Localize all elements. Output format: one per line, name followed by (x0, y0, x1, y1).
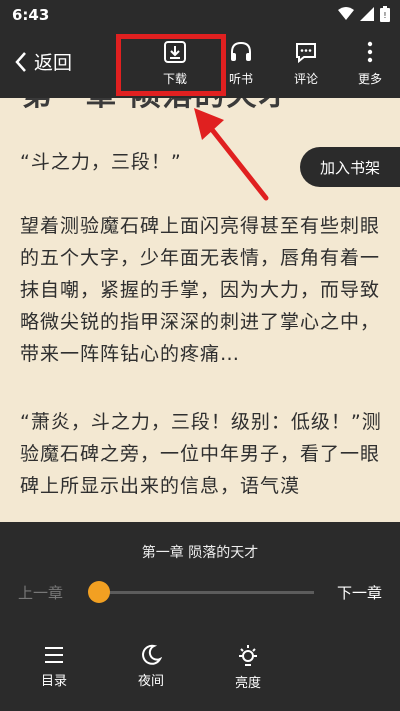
prev-chapter-button[interactable]: 上一章 (18, 582, 63, 603)
chevron-left-icon (15, 51, 26, 72)
add-bookshelf-button[interactable]: 加入书架 (300, 147, 400, 187)
chapter-progress-slider[interactable] (96, 591, 314, 594)
next-chapter-button[interactable]: 下一章 (337, 582, 382, 603)
night-mode-button[interactable]: 夜间 (121, 644, 181, 689)
slider-knob[interactable] (88, 581, 110, 603)
wifi-icon (338, 7, 354, 20)
headphones-icon (231, 41, 251, 61)
chapter-title: 第一章 陨落的天才 (141, 545, 259, 561)
brightness-label: 亮度 (234, 676, 261, 691)
more-button[interactable]: 更多 (345, 40, 395, 87)
back-button[interactable]: 返回 (14, 48, 72, 75)
battery-icon: ! (380, 6, 390, 22)
status-bar: 6:43 ! (0, 0, 400, 30)
bottom-panel: 第一章 陨落的天才 上一章 下一章 目录 夜间 亮度 (0, 522, 400, 711)
status-icons: ! (338, 6, 390, 22)
download-highlight-box (116, 34, 226, 96)
more-vertical-icon (367, 41, 373, 63)
signal-icon (360, 7, 374, 21)
menu-list-icon (45, 647, 63, 663)
more-label: 更多 (357, 72, 382, 86)
brightness-button[interactable]: 亮度 (218, 644, 278, 691)
comment-icon (296, 43, 316, 64)
comment-label: 评论 (293, 72, 318, 86)
svg-text:!: ! (383, 11, 386, 20)
comment-button[interactable]: 评论 (281, 40, 331, 87)
bulb-icon (239, 645, 257, 666)
paragraph-2: 望着测验魔石碑上面闪亮得甚至有些刺眼的五个大字，少年面无表情，唇角有着一抹自嘲，… (20, 215, 381, 365)
listen-label: 听书 (228, 72, 253, 86)
night-label: 夜间 (137, 674, 164, 689)
status-time: 6:43 (12, 6, 50, 24)
paragraph-3: “萧炎，斗之力，三段！级别：低级！”测验魔石碑之旁，一位中年男子，看了一眼碑上所… (20, 411, 382, 497)
moon-icon (142, 644, 162, 665)
annotation-arrow (194, 108, 269, 201)
back-label: 返回 (34, 52, 73, 74)
toc-label: 目录 (40, 674, 67, 689)
toc-button[interactable]: 目录 (24, 644, 84, 689)
